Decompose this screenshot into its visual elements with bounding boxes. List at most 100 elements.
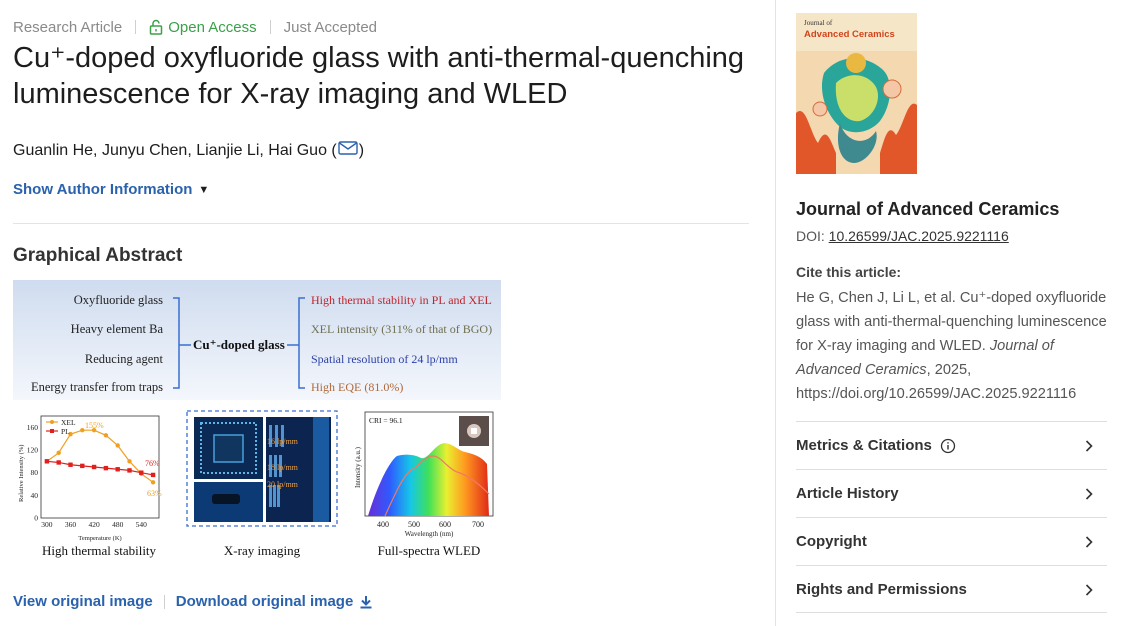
- ga-center-label: Cu⁺-doped glass: [193, 337, 285, 352]
- email-icon[interactable]: [338, 141, 358, 160]
- ga-left-item: Heavy element Ba: [71, 322, 164, 336]
- lp-label: 18 lp/mm: [267, 463, 299, 472]
- thermal-ytick: 40: [31, 491, 39, 500]
- journal-cover-image[interactable]: Journal of Advanced Ceramics: [796, 13, 917, 174]
- sidebar-divider: [775, 0, 776, 626]
- show-author-info-toggle[interactable]: Show Author Information ▼: [13, 181, 209, 198]
- lp-label: 16 lp/mm: [267, 437, 299, 446]
- ga-left-item: Energy transfer from traps: [31, 380, 163, 394]
- wled-caption: Full-spectra WLED: [378, 543, 481, 558]
- legend-pl: PL: [61, 427, 70, 436]
- metrics-label: Metrics & Citations: [796, 437, 932, 454]
- accordion-copyright[interactable]: Copyright: [796, 517, 1107, 565]
- doi-link[interactable]: 10.26599/JAC.2025.9221116: [829, 228, 1009, 244]
- info-icon[interactable]: [940, 438, 956, 454]
- view-original-image-link[interactable]: View original image: [13, 593, 153, 610]
- link-separator: [163, 594, 165, 609]
- article-title: Cu⁺-doped oxyfluoride glass with anti-th…: [13, 42, 745, 110]
- accordion-label: Copyright: [796, 533, 867, 550]
- accordion-bottom-rule: [796, 612, 1107, 613]
- label-pl-end: 76%: [145, 459, 160, 468]
- meta-separator: [269, 20, 271, 34]
- thermal-xlabel: Temperature (K): [78, 535, 121, 542]
- accordion-label: Article History: [796, 485, 899, 502]
- citation-text: He G, Chen J, Li L, et al. Cu⁺-doped oxy…: [796, 286, 1108, 406]
- wled-xtick: 400: [377, 520, 389, 529]
- wled-ylabel: Intensity (a.u.): [354, 446, 362, 488]
- ga-right-item: High EQE (81.0%): [311, 380, 403, 394]
- caret-down-icon: ▼: [198, 183, 210, 196]
- label-xel-end: 63%: [147, 489, 162, 498]
- download-original-label: Download original image: [175, 593, 354, 610]
- pl-data-point: [68, 462, 73, 467]
- wled-xtick: 700: [472, 520, 484, 529]
- pl-data-point: [80, 463, 85, 469]
- cite-label: Cite this article:: [796, 264, 902, 280]
- lp-label: 20 lp/mm: [267, 480, 299, 489]
- thermal-ylabel: Relative Intensity (%): [18, 445, 25, 502]
- graphical-abstract-figure[interactable]: Oxyfluoride glass Heavy element Ba Reduc…: [13, 280, 501, 572]
- sidebar: Journal of Advanced Ceramics Journal of …: [796, 0, 1108, 626]
- thermal-xtick: 420: [88, 520, 100, 529]
- xel-data-point: [150, 480, 156, 485]
- ga-left-item: Reducing agent: [85, 352, 164, 366]
- label-peak: 155%: [85, 421, 104, 430]
- pl-data-point: [103, 465, 109, 471]
- author-names: Guanlin He, Junyu Chen, Lianjie Li, Hai …: [13, 141, 337, 159]
- cri-label: CRI = 96.1: [369, 416, 403, 425]
- doi-label: DOI:: [796, 228, 829, 244]
- accordion-label: Rights and Permissions: [796, 581, 967, 598]
- ga-right-item: XEL intensity (311% of that of BGO): [311, 322, 492, 336]
- xray-imaging-panel: 16 lp/mm 18 lp/mm 20 lp/mm: [186, 410, 338, 527]
- thermal-ytick: 80: [31, 468, 39, 477]
- accordion-article-history[interactable]: Article History: [796, 469, 1107, 517]
- thermal-ytick: 160: [27, 423, 39, 432]
- article-meta-row: Research Article Open Access Just Accept…: [13, 18, 377, 36]
- ga-right-item: Spatial resolution of 24 lp/mm: [311, 352, 458, 366]
- chevron-right-icon: [1085, 439, 1093, 452]
- download-original-image-link[interactable]: Download original image: [176, 593, 374, 610]
- author-list: Guanlin He, Junyu Chen, Lianjie Li, Hai …: [13, 141, 364, 160]
- view-original-label: View original image: [13, 593, 153, 610]
- pl-data-point: [115, 467, 120, 472]
- accordion-rights-permissions[interactable]: Rights and Permissions: [796, 565, 1107, 613]
- cover-journal-word: Journal of: [804, 19, 833, 27]
- doi-line: DOI: 10.26599/JAC.2025.9221116: [796, 228, 1009, 244]
- thermal-xtick: 300: [41, 520, 53, 529]
- cover-journal-title: Advanced Ceramics: [804, 29, 895, 40]
- accordion-label: Metrics & Citations: [796, 437, 956, 454]
- pl-data-point: [44, 459, 50, 464]
- journal-name: Journal of Advanced Ceramics: [796, 199, 1060, 219]
- pl-data-point: [127, 468, 132, 473]
- accordion-metrics-citations[interactable]: Metrics & Citations: [796, 421, 1107, 469]
- citation-pre: He G, Chen J, Li L, et al. Cu⁺-doped oxy…: [796, 290, 1107, 354]
- thermal-xtick: 360: [65, 520, 77, 529]
- legend-xel: XEL: [61, 418, 76, 427]
- xel-data-point: [56, 450, 61, 456]
- thermal-ytick: 0: [34, 514, 38, 523]
- open-access-label: Open Access: [168, 18, 257, 36]
- xel-data-point: [80, 427, 85, 433]
- pl-data-point: [91, 464, 97, 470]
- open-access-badge: Open Access: [149, 18, 257, 36]
- chevron-right-icon: [1085, 583, 1093, 596]
- wled-xtick: 500: [408, 520, 420, 529]
- article-status: Just Accepted: [283, 18, 378, 36]
- wled-xtick: 600: [439, 520, 451, 529]
- ga-right-item: High thermal stability in PL and XEL: [311, 293, 492, 307]
- meta-separator: [135, 20, 137, 34]
- article-type: Research Article: [13, 18, 123, 36]
- xel-data-point: [103, 433, 109, 438]
- download-icon: [360, 595, 372, 608]
- graphical-abstract-heading: Graphical Abstract: [13, 245, 183, 266]
- pl-data-point: [139, 470, 144, 475]
- pl-data-point: [56, 460, 61, 465]
- chevron-right-icon: [1085, 535, 1093, 548]
- chevron-right-icon: [1085, 487, 1093, 500]
- thermal-xtick: 540: [136, 520, 148, 529]
- author-paren-close: ): [358, 141, 365, 159]
- divider: [13, 223, 749, 224]
- thermal-caption: High thermal stability: [42, 543, 157, 558]
- pl-data-point: [150, 472, 156, 478]
- unlock-icon: [149, 19, 163, 35]
